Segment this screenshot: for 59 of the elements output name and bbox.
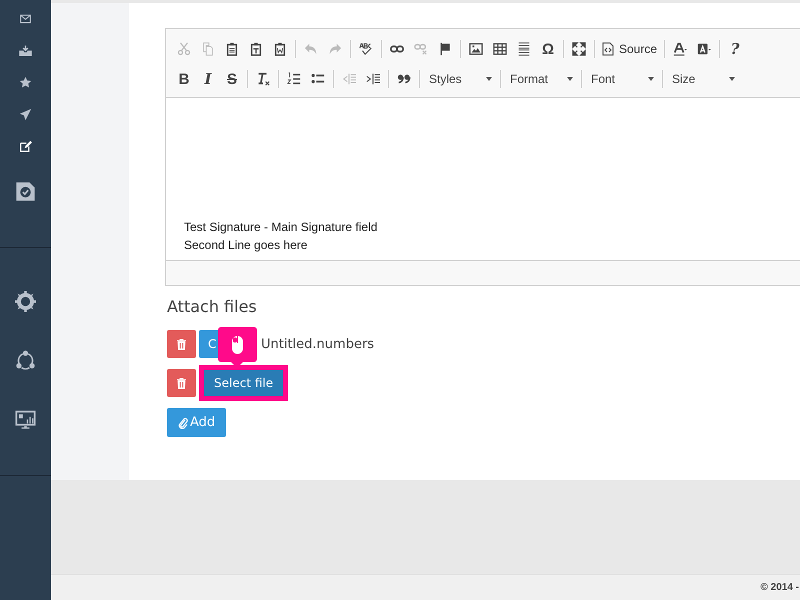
signature-text: Second Line goes here: [184, 237, 308, 254]
copyright-text: © 2014 -: [760, 582, 799, 593]
image-icon: [469, 42, 483, 56]
caret-icon: [486, 77, 492, 81]
dropdown[interactable]: Font: [585, 67, 657, 91]
delete-button[interactable]: [167, 330, 196, 358]
settings-icon[interactable]: [15, 291, 36, 312]
paste-text-icon: [249, 42, 263, 56]
background-color-icon: [697, 42, 712, 56]
format-button[interactable]: B: [172, 67, 196, 91]
caret-icon: [729, 77, 735, 81]
file-name: Untitled.numbers: [261, 336, 374, 352]
horizontal-line-icon: [517, 42, 531, 56]
format-button[interactable]: Ω: [536, 37, 560, 61]
paperclip-icon: [178, 416, 188, 428]
format-button[interactable]: I: [196, 67, 220, 91]
clear-format-icon: [256, 72, 270, 86]
outdent-icon: [342, 72, 356, 86]
caret-icon: [648, 77, 654, 81]
editor-content[interactable]: Test Signature - Main Signature field Second Line goes here: [166, 98, 800, 260]
document-code-icon: [602, 42, 614, 56]
dropdown[interactable]: Format: [504, 67, 576, 91]
section-title: Attach files: [167, 297, 258, 316]
mouse-icon: [231, 334, 244, 354]
undo-icon: [304, 42, 318, 56]
caret-icon: [567, 77, 573, 81]
star-icon[interactable]: [19, 76, 32, 88]
send-icon[interactable]: [19, 108, 32, 120]
paste-word-icon: [273, 42, 287, 56]
inbox-icon[interactable]: [19, 44, 32, 56]
delete-button[interactable]: [167, 369, 196, 397]
table-icon: [493, 42, 507, 56]
signature-text: Test Signature - Main Signature field: [184, 219, 378, 236]
text-color-icon: [673, 42, 688, 56]
trash-icon: [177, 378, 186, 388]
bullet-list-icon: [311, 72, 325, 86]
compose-icon[interactable]: [19, 140, 32, 152]
trash-icon: [177, 338, 186, 350]
source-button[interactable]: Source: [598, 37, 662, 61]
paste-icon: [225, 42, 239, 56]
unlink-icon: [414, 42, 428, 56]
spellcheck-icon: [359, 42, 373, 56]
dropdown[interactable]: Styles: [423, 67, 495, 91]
format-button[interactable]: ?: [723, 37, 748, 61]
select-file-button[interactable]: Select file: [204, 370, 284, 396]
cut-icon: [177, 42, 191, 56]
checklist-icon[interactable]: [15, 181, 36, 202]
share-icon[interactable]: [15, 350, 36, 371]
copy-icon: [201, 42, 215, 56]
monitor-chart-icon[interactable]: [15, 409, 36, 430]
indent-icon: [366, 72, 380, 86]
numbered-list-icon: [287, 72, 301, 86]
quote-icon: [397, 72, 411, 86]
maximize-icon: [572, 42, 586, 56]
format-button[interactable]: S: [220, 67, 244, 91]
mail-icon[interactable]: [19, 12, 32, 24]
redo-icon: [328, 42, 342, 56]
flag-icon: [438, 42, 452, 56]
dropdown[interactable]: Size: [666, 67, 738, 91]
